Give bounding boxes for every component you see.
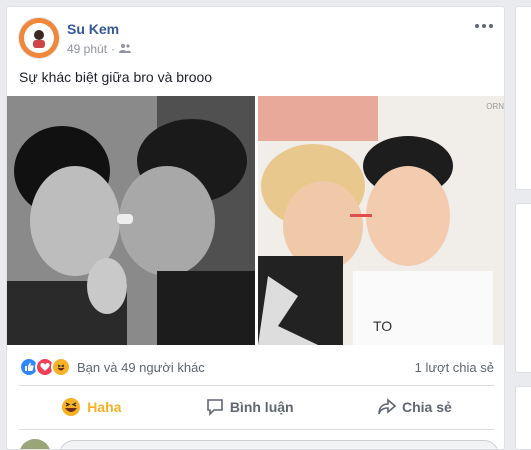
haha-label: Haha — [87, 399, 122, 415]
photo-watermark: ORN — [486, 102, 504, 111]
share-label: Chia sẻ — [401, 399, 452, 415]
share-count[interactable]: 1 lượt chia sẻ — [415, 360, 494, 375]
comment-label: Bình luận — [229, 399, 294, 415]
post-text: Sự khác biệt giữa bro và brooo — [19, 69, 213, 85]
divider — [19, 385, 494, 386]
post-time[interactable]: 49 phút — [67, 42, 107, 56]
reactions-summary[interactable]: Bạn và 49 người khác — [19, 357, 205, 377]
comment-composer: Viết bình luận... — [19, 439, 499, 449]
author-avatar[interactable] — [19, 18, 59, 58]
more-options-icon[interactable] — [474, 18, 494, 34]
share-icon — [378, 398, 396, 415]
photo-right[interactable]: TO ORN — [258, 96, 504, 345]
action-bar: Haha Bình luận Chia sẻ — [19, 391, 494, 423]
post-meta: 49 phút · — [67, 42, 132, 56]
haha-reaction-icon — [51, 357, 71, 377]
divider — [19, 429, 494, 430]
right-panel-card — [515, 6, 531, 190]
photo-grid: TO ORN — [7, 96, 504, 345]
haha-icon — [62, 398, 81, 416]
reaction-summary-text[interactable]: Bạn và 49 người khác — [77, 360, 205, 375]
post-card: Su Kem 49 phút · Sự khác biệt giữa bro v… — [6, 6, 505, 450]
current-user-avatar[interactable] — [19, 439, 51, 449]
dot-separator: · — [111, 42, 116, 56]
reaction-bar: Bạn và 49 người khác 1 lượt chia sẻ — [19, 357, 494, 377]
right-panel-card — [515, 203, 531, 373]
comment-input[interactable]: Viết bình luận... — [59, 440, 499, 449]
haha-button[interactable]: Haha — [45, 393, 137, 421]
photo-left[interactable] — [7, 96, 255, 345]
comment-icon — [207, 399, 223, 416]
author-name[interactable]: Su Kem — [67, 21, 119, 37]
right-panel-card — [515, 386, 531, 450]
share-button[interactable]: Chia sẻ — [362, 394, 468, 420]
comment-button[interactable]: Bình luận — [190, 394, 310, 420]
svg-text:TO: TO — [373, 318, 392, 334]
friends-icon[interactable] — [119, 42, 132, 56]
